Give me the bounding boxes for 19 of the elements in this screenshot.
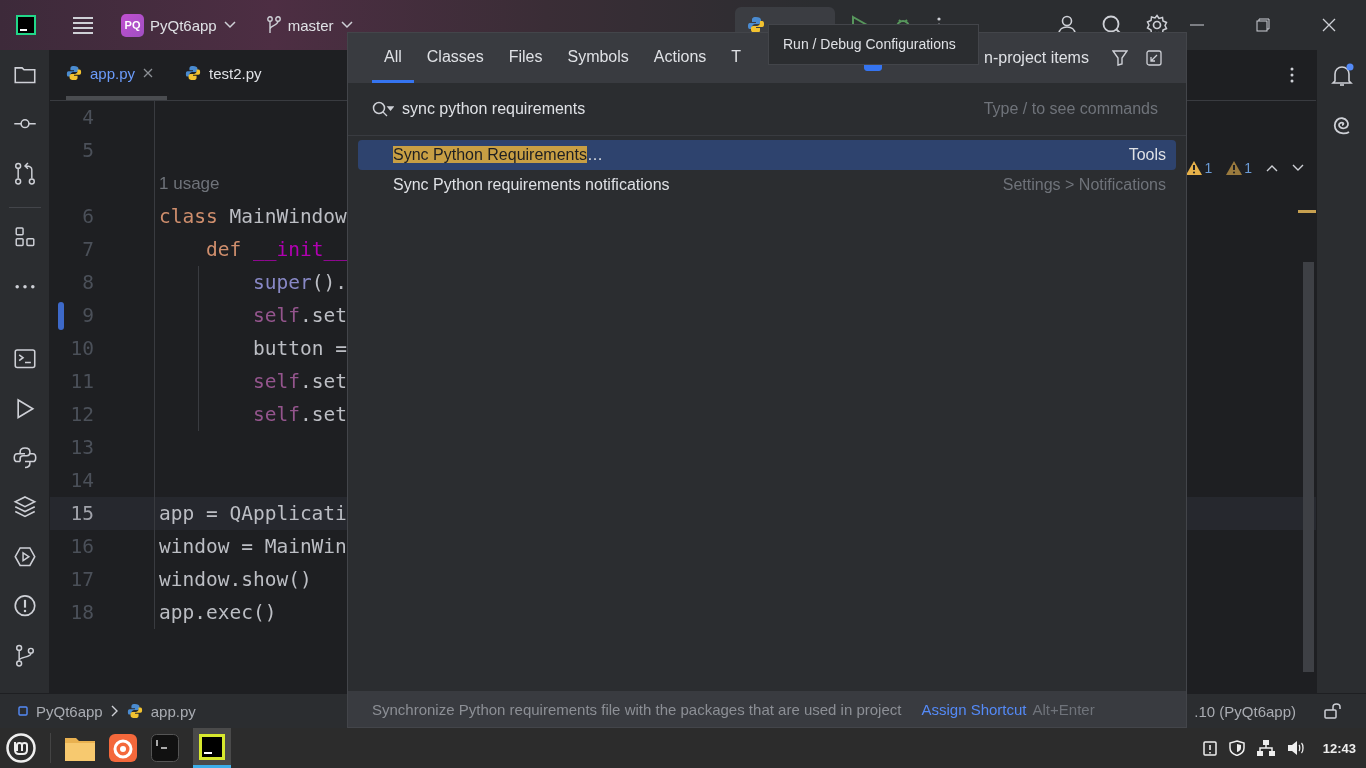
line-number: 15 bbox=[70, 502, 94, 525]
code-line: def __init__ bbox=[206, 238, 347, 261]
code-line: window = MainWin bbox=[159, 535, 347, 558]
code-line: button = bbox=[253, 337, 347, 360]
code-line: app.exec() bbox=[159, 601, 277, 624]
code-line: class MainWindow bbox=[159, 205, 347, 228]
code-line: window.show() bbox=[159, 568, 312, 591]
code-line: self.set bbox=[253, 370, 347, 393]
tab-label: test2.py bbox=[209, 64, 262, 82]
code-line: self.set bbox=[253, 304, 347, 327]
code-line: self.set bbox=[253, 403, 347, 426]
code-line: app = QApplicati bbox=[159, 502, 347, 525]
shortcut-hint: Alt+Enter bbox=[1032, 700, 1095, 718]
project-badge: PQ bbox=[121, 13, 144, 37]
code-line: super(). bbox=[253, 271, 347, 294]
action-description: Synchronize Python requirements file with the packages that are used in project bbox=[372, 700, 902, 718]
tab-label: app.py bbox=[90, 64, 136, 82]
checkbox-label: n-project items bbox=[984, 49, 1089, 67]
tooltip: Run / Debug Configurations bbox=[768, 24, 979, 65]
